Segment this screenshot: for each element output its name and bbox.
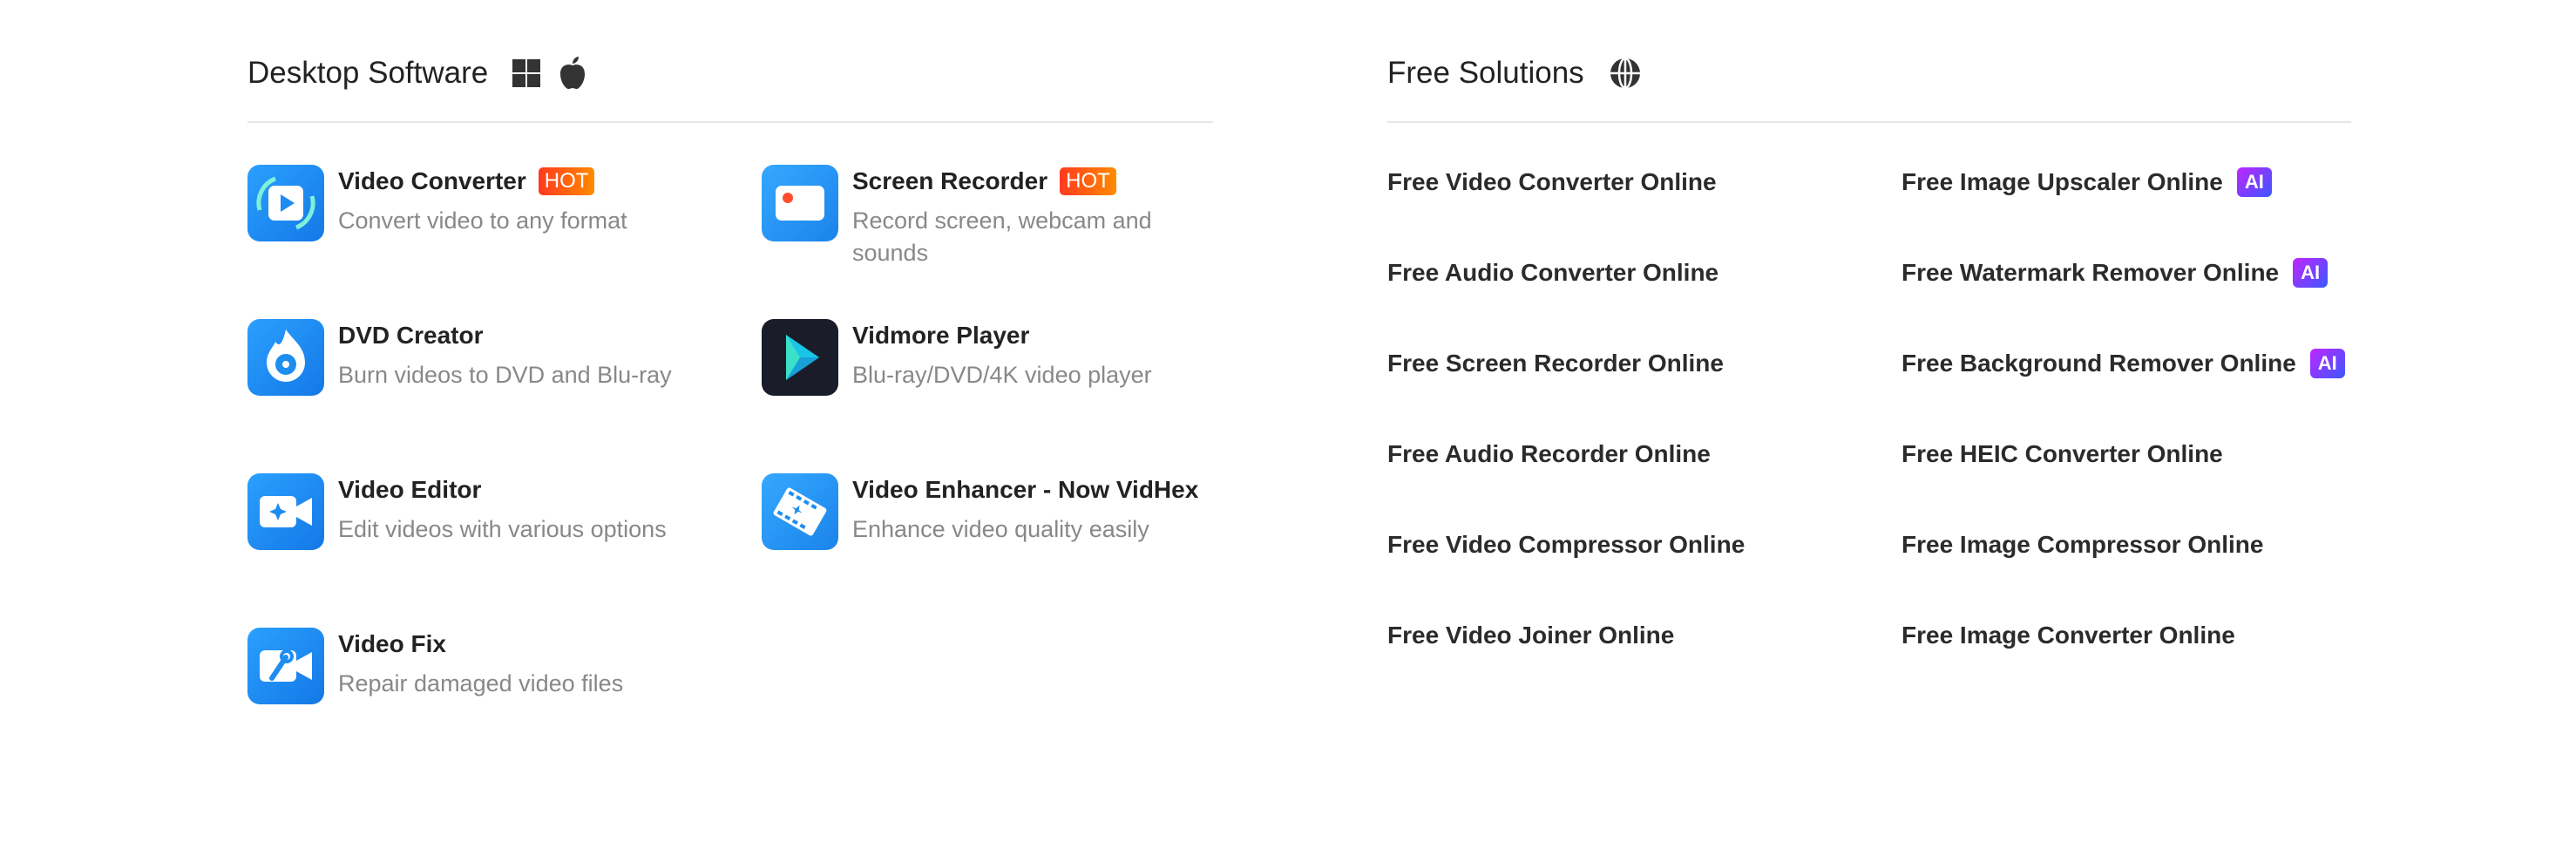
video-converter-icon [247, 165, 324, 241]
free-tool-label: Free Screen Recorder Online [1387, 350, 1724, 377]
desktop-software-section: Desktop Software Video Converter HOT Con… [247, 54, 1213, 792]
globe-icon [1610, 57, 1640, 90]
free-tool-label: Free HEIC Converter Online [1901, 440, 2223, 467]
product-description: Convert video to any format [338, 207, 627, 234]
free-solutions-header: Free Solutions [1387, 54, 2351, 92]
free-tool-link[interactable]: Free Video Compressor Online [1387, 527, 1745, 562]
product-video-converter[interactable]: Video Converter HOT Convert video to any… [247, 165, 718, 241]
product-title: Video Enhancer - Now VidHex [852, 476, 1199, 503]
product-title: Vidmore Player [852, 322, 1030, 349]
product-vidmore-player[interactable]: Vidmore Player Blu-ray/DVD/4K video play… [762, 319, 1232, 396]
free-tool-label: Free Image Upscaler Online [1901, 168, 2223, 195]
hot-badge: HOT [1060, 167, 1116, 195]
free-tool-link[interactable]: Free Image Upscaler Online AI [1901, 165, 2272, 200]
desktop-software-header: Desktop Software [247, 54, 1213, 92]
product-title: Video Editor [338, 476, 482, 503]
platform-icons [1609, 57, 1642, 90]
free-tool-label: Free Video Compressor Online [1387, 531, 1746, 558]
product-title: Video Converter [338, 167, 526, 194]
product-dvd-creator[interactable]: DVD Creator Burn videos to DVD and Blu-r… [247, 319, 718, 396]
section-title: Free Solutions [1387, 56, 1584, 90]
windows-icon [512, 59, 541, 87]
free-tool-link[interactable]: Free Screen Recorder Online [1387, 346, 1724, 381]
product-screen-recorder[interactable]: Screen Recorder HOT Record screen, webca… [762, 165, 1232, 269]
free-tool-label: Free Audio Recorder Online [1387, 440, 1711, 467]
product-description: Enhance video quality easily [852, 516, 1149, 542]
ai-badge: AI [2293, 258, 2329, 288]
free-tool-link[interactable]: Free Audio Converter Online [1387, 255, 1718, 290]
free-tool-link[interactable]: Free Background Remover Online AI [1901, 346, 2345, 381]
video-enhancer-icon [762, 473, 838, 550]
ai-badge: AI [2236, 167, 2272, 197]
product-description: Blu-ray/DVD/4K video player [852, 362, 1152, 388]
apple-icon [560, 57, 586, 90]
video-editor-icon [247, 473, 324, 550]
free-tool-label: Free Image Compressor Online [1901, 531, 2264, 558]
free-tool-link[interactable]: Free Video Joiner Online [1387, 618, 1674, 653]
section-title: Desktop Software [247, 56, 489, 90]
free-tool-link[interactable]: Free Audio Recorder Online [1387, 437, 1711, 472]
video-fix-icon [247, 628, 324, 704]
product-grid: Video Converter HOT Convert video to any… [247, 165, 1213, 792]
download-menu: Desktop Software Video Converter HOT Con… [0, 0, 2576, 863]
product-description: Edit videos with various options [338, 516, 667, 542]
free-tool-link[interactable]: Free HEIC Converter Online [1901, 437, 2223, 472]
free-tool-label: Free Image Converter Online [1901, 622, 2235, 649]
free-tool-label: Free Video Joiner Online [1387, 622, 1675, 649]
product-description: Repair damaged video files [338, 670, 624, 697]
product-title: Screen Recorder [852, 167, 1048, 194]
dvd-creator-icon [247, 319, 324, 396]
free-tool-label: Free Video Converter Online [1387, 168, 1717, 195]
free-tool-link[interactable]: Free Watermark Remover Online AI [1901, 255, 2329, 290]
platform-icons [512, 57, 587, 90]
product-title: Video Fix [338, 630, 446, 657]
product-video-editor[interactable]: Video Editor Edit videos with various op… [247, 473, 718, 550]
screen-recorder-icon [762, 165, 838, 241]
section-divider [247, 121, 1213, 123]
product-title: DVD Creator [338, 322, 484, 349]
product-description: Record screen, webcam and sounds [852, 207, 1152, 266]
product-video-fix[interactable]: Video Fix Repair damaged video files [247, 628, 718, 704]
free-tool-link[interactable]: Free Image Compressor Online [1901, 527, 2263, 562]
free-tool-label: Free Watermark Remover Online [1901, 259, 2280, 286]
section-divider [1387, 121, 2351, 123]
free-tool-link[interactable]: Free Video Converter Online [1387, 165, 1717, 200]
free-tool-link[interactable]: Free Image Converter Online [1901, 618, 2235, 653]
hot-badge: HOT [538, 167, 595, 195]
vidmore-player-icon [762, 319, 838, 396]
product-description: Burn videos to DVD and Blu-ray [338, 362, 672, 388]
free-solutions-section: Free Solutions Free Video Converter Onli… [1387, 54, 2351, 649]
ai-badge: AI [2309, 349, 2345, 378]
free-tool-label: Free Audio Converter Online [1387, 259, 1719, 286]
free-tool-label: Free Background Remover Online [1901, 350, 2296, 377]
product-video-enhancer[interactable]: Video Enhancer - Now VidHex Enhance vide… [762, 473, 1232, 550]
